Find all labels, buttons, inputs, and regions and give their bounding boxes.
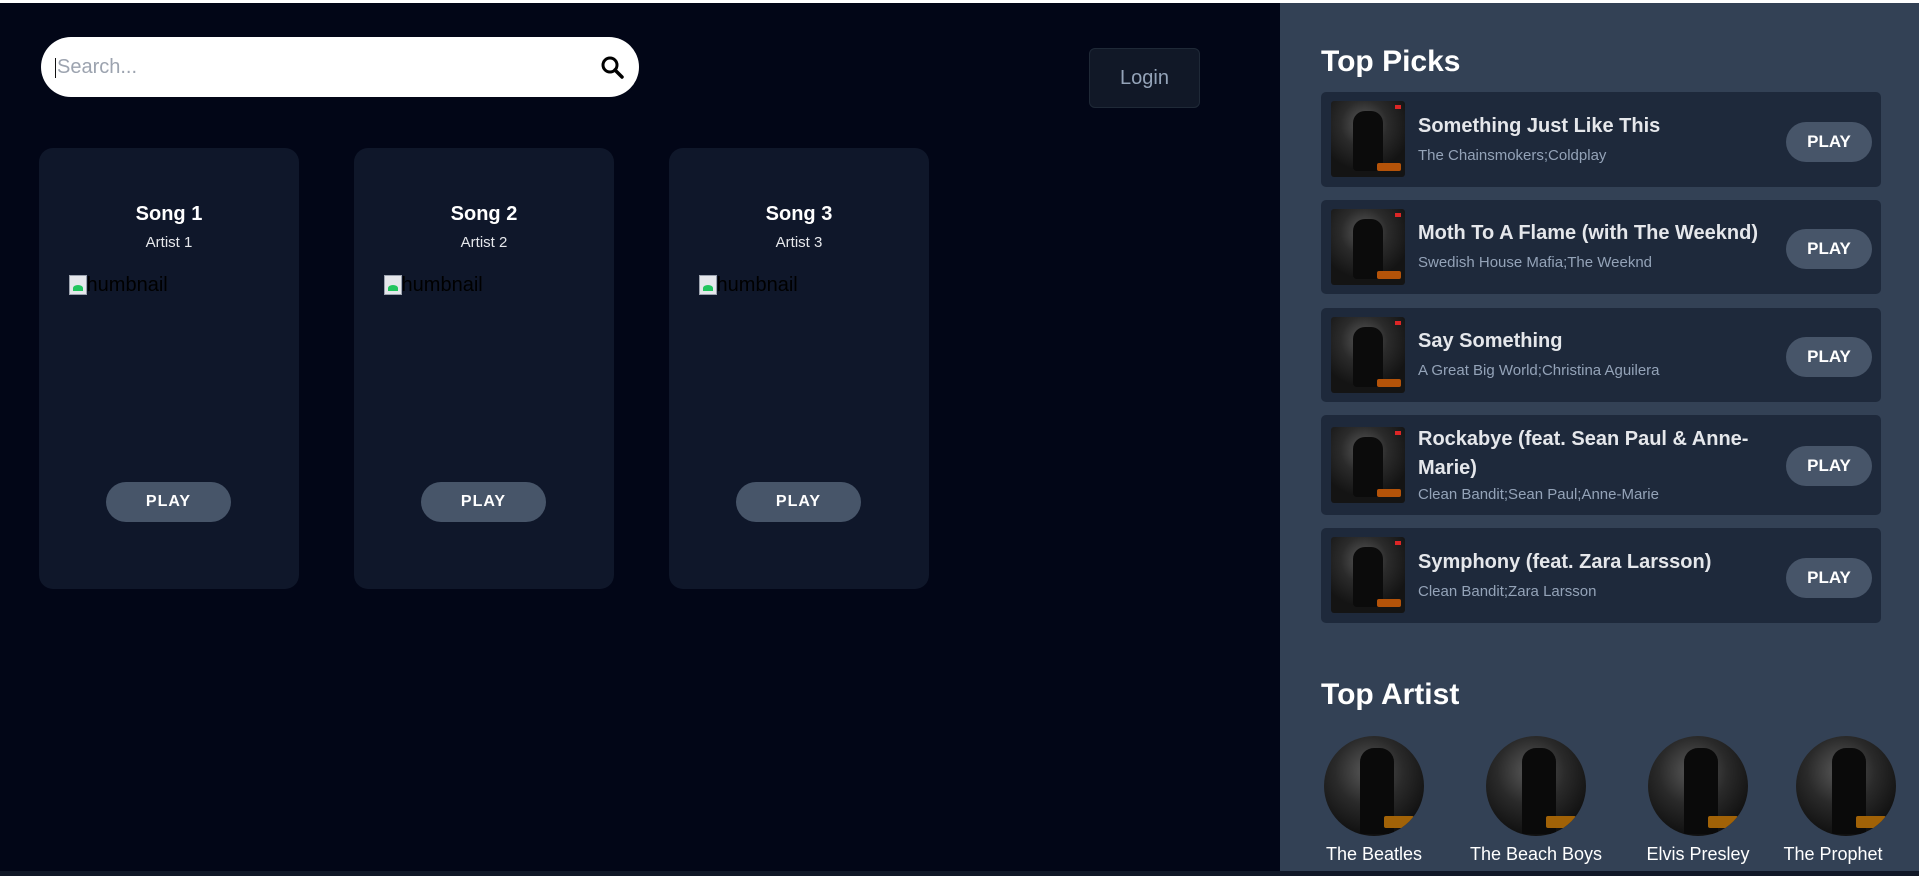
play-button[interactable]: PLAY <box>736 482 861 522</box>
song-card: Song 1 Artist 1 thumbnail PLAY <box>39 148 299 589</box>
song-card: Song 3 Artist 3 thumbnail PLAY <box>669 148 929 589</box>
album-cover <box>1331 427 1405 503</box>
song-thumbnail: thumbnail <box>384 273 483 297</box>
song-thumbnail: thumbnail <box>69 273 168 297</box>
pick-artists: Clean Bandit;Sean Paul;Anne-Marie <box>1418 486 1659 503</box>
song-artist: Artist 1 <box>145 234 193 251</box>
song-artist: Artist 3 <box>775 234 823 251</box>
login-button[interactable]: Login <box>1089 48 1200 108</box>
thumbnail-alt-text: thumbnail <box>396 273 483 296</box>
artist-avatar[interactable] <box>1648 736 1748 836</box>
pick-item[interactable]: Something Just Like This The Chainsmoker… <box>1321 92 1881 187</box>
album-cover <box>1331 209 1405 285</box>
pick-title: Say Something <box>1418 330 1563 352</box>
pick-artists: Clean Bandit;Zara Larsson <box>1418 583 1597 600</box>
play-button[interactable]: PLAY <box>421 482 546 522</box>
search-icon[interactable] <box>599 54 625 80</box>
pick-item[interactable]: Rockabye (feat. Sean Paul & Anne-Marie) … <box>1321 415 1881 515</box>
album-cover <box>1331 537 1405 613</box>
artist-avatar[interactable] <box>1796 736 1896 836</box>
pick-item[interactable]: Moth To A Flame (with The Weeknd) Swedis… <box>1321 200 1881 294</box>
song-title: Song 3 <box>765 203 833 225</box>
search-input[interactable]: Search... <box>57 56 137 79</box>
song-artist: Artist 2 <box>460 234 508 251</box>
play-button[interactable]: PLAY <box>1786 337 1872 377</box>
pick-artists: Swedish House Mafia;The Weeknd <box>1418 254 1653 271</box>
main-content: Search... Login Song 1 Artist 1 thumbnai… <box>0 3 1280 871</box>
thumbnail-alt-text: thumbnail <box>81 273 168 296</box>
artist-name[interactable]: The Beach Boys <box>1462 844 1610 865</box>
play-button[interactable]: PLAY <box>1786 122 1872 162</box>
song-thumbnail: thumbnail <box>699 273 798 297</box>
play-button[interactable]: PLAY <box>1786 558 1872 598</box>
search-bar[interactable]: Search... <box>41 37 639 97</box>
broken-image-icon <box>699 275 717 295</box>
song-card: Song 2 Artist 2 thumbnail PLAY <box>354 148 614 589</box>
album-cover <box>1331 317 1405 393</box>
play-button[interactable]: PLAY <box>1786 446 1872 486</box>
pick-artists: The Chainsmokers;Coldplay <box>1418 147 1607 164</box>
thumbnail-alt-text: thumbnail <box>711 273 798 296</box>
pick-title: Moth To A Flame (with The Weeknd) <box>1418 222 1758 244</box>
text-caret <box>55 58 56 78</box>
bottom-border <box>0 871 1919 876</box>
artist-name[interactable]: The Beatles <box>1300 844 1448 865</box>
pick-item[interactable]: Symphony (feat. Zara Larsson) Clean Band… <box>1321 528 1881 623</box>
artist-avatar[interactable] <box>1486 736 1586 836</box>
pick-item[interactable]: Say Something A Great Big World;Christin… <box>1321 308 1881 402</box>
song-title: Song 2 <box>450 203 518 225</box>
top-picks-heading: Top Picks <box>1321 45 1461 78</box>
album-cover <box>1331 101 1405 177</box>
broken-image-icon <box>384 275 402 295</box>
pick-title: Rockabye (feat. Sean Paul & Anne-Marie) <box>1418 428 1749 479</box>
pick-artists: A Great Big World;Christina Aguilera <box>1418 362 1660 379</box>
artist-name[interactable]: Elvis Presley <box>1624 844 1772 865</box>
broken-image-icon <box>69 275 87 295</box>
artist-name[interactable]: The Prophet <box>1772 844 1894 865</box>
top-artist-heading: Top Artist <box>1321 678 1460 711</box>
sidebar: Top Picks Something Just Like This The C… <box>1280 3 1919 871</box>
pick-title: Something Just Like This <box>1418 115 1661 137</box>
artist-avatar[interactable] <box>1324 736 1424 836</box>
pick-title: Symphony (feat. Zara Larsson) <box>1418 551 1712 573</box>
song-title: Song 1 <box>135 203 203 225</box>
play-button[interactable]: PLAY <box>1786 229 1872 269</box>
play-button[interactable]: PLAY <box>106 482 231 522</box>
